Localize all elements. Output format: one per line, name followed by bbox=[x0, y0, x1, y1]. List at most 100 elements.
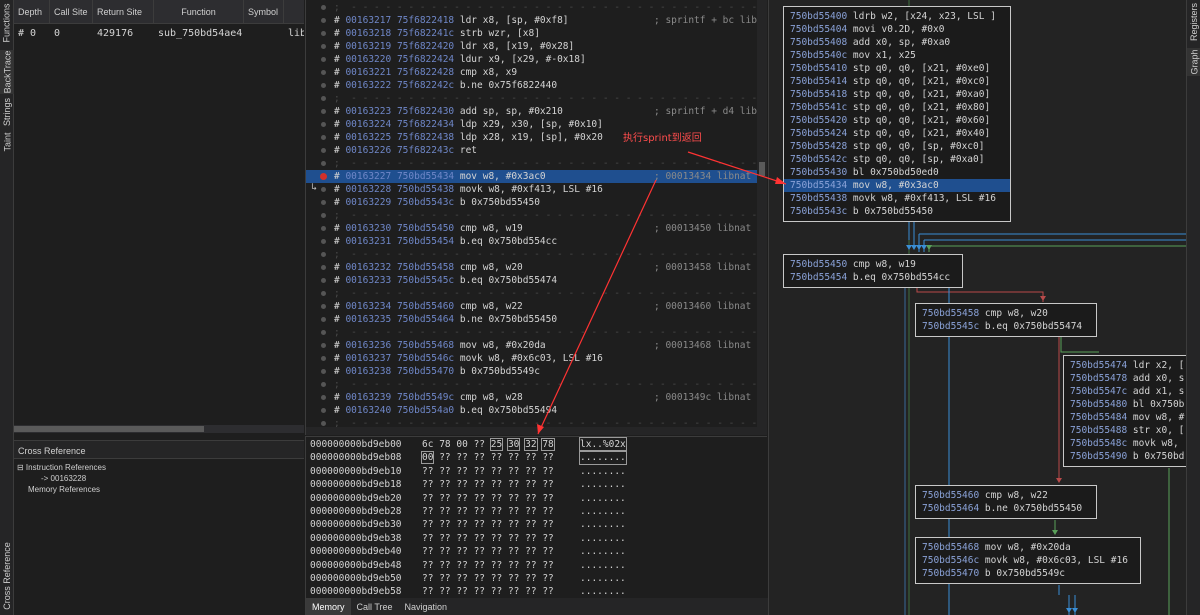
byte-cell[interactable]: ?? bbox=[474, 533, 485, 544]
tab-registers[interactable]: Registers bbox=[1187, 2, 1200, 42]
byte-cell[interactable]: ?? bbox=[422, 573, 433, 584]
memory-bytes[interactable]: ?? ?? ?? ?? ?? ?? ?? ?? bbox=[422, 545, 554, 558]
byte-cell[interactable]: ?? bbox=[439, 519, 450, 530]
disasm-line[interactable]: # 00163238 750bd55470 b 0x750bd5549c bbox=[306, 365, 758, 378]
tab-call-tree[interactable]: Call Tree bbox=[351, 598, 399, 615]
graph-instruction[interactable]: 750bd5548c movk w8, bbox=[1070, 437, 1180, 450]
byte-cell[interactable]: ?? bbox=[422, 586, 433, 597]
byte-cell[interactable]: ?? bbox=[456, 560, 467, 571]
byte-cell[interactable]: ?? bbox=[491, 546, 502, 557]
breakpoint-dot[interactable] bbox=[321, 83, 326, 88]
disasm-line[interactable]: # 00163229 750bd5543c b 0x750bd55450 bbox=[306, 196, 758, 209]
graph-instruction[interactable]: 750bd55460 cmp w8, w22 bbox=[922, 489, 1090, 502]
byte-cell[interactable]: ?? bbox=[508, 506, 519, 517]
breakpoint-dot[interactable] bbox=[321, 213, 326, 218]
disasm-line[interactable]: # 00163236 750bd55468 mov w8, #0x20da ; 0… bbox=[306, 339, 758, 352]
byte-cell[interactable]: ?? bbox=[474, 586, 485, 597]
graph-instruction[interactable]: 750bd55434 mov w8, #0x3ac0 bbox=[784, 179, 1010, 192]
byte-cell[interactable]: ?? bbox=[542, 586, 553, 597]
byte-cell[interactable]: 25 bbox=[489, 438, 504, 451]
breakpoint-dot[interactable] bbox=[321, 148, 326, 153]
disasm-line[interactable]: # 00163217 75f6822418 ldr x8, [sp, #0xf8… bbox=[306, 14, 758, 27]
breakpoint-dot[interactable] bbox=[321, 96, 326, 101]
tab-memory[interactable]: Memory bbox=[306, 598, 351, 615]
byte-cell[interactable]: ?? bbox=[525, 546, 536, 557]
byte-cell[interactable]: ?? bbox=[422, 519, 433, 530]
memory-bytes[interactable]: ?? ?? ?? ?? ?? ?? ?? ?? bbox=[422, 532, 554, 545]
byte-cell[interactable]: 00 bbox=[420, 451, 435, 465]
byte-cell[interactable]: ?? bbox=[491, 466, 502, 477]
disasm-line[interactable]: # 00163218 75f682241c strb wzr, [x8] bbox=[306, 27, 758, 40]
breakpoint-dot[interactable] bbox=[321, 109, 326, 114]
breakpoint-dot[interactable] bbox=[321, 369, 326, 374]
byte-cell[interactable]: ?? bbox=[439, 533, 450, 544]
breakpoint-dot[interactable] bbox=[321, 187, 326, 192]
breakpoint-dot[interactable] bbox=[321, 395, 326, 400]
breakpoint-dot[interactable] bbox=[321, 31, 326, 36]
byte-cell[interactable]: ?? bbox=[456, 546, 467, 557]
byte-cell[interactable]: ?? bbox=[439, 493, 450, 504]
disasm-line[interactable]: # 00163235 750bd55464 b.ne 0x750bd55450 bbox=[306, 313, 758, 326]
control-flow-graph[interactable]: 750bd55400 ldrb w2, [x24, x23, LSL ] 750b… bbox=[768, 0, 1186, 615]
byte-cell[interactable]: ?? bbox=[474, 506, 485, 517]
byte-cell[interactable]: ?? bbox=[508, 519, 519, 530]
graph-basic-block[interactable]: 750bd55474 ldr x2, [750bd55478 add x0, s… bbox=[1063, 355, 1186, 467]
graph-instruction[interactable]: 750bd5546c movk w8, #0x6c03, LSL #16 bbox=[922, 554, 1134, 567]
disasm-line[interactable]: # 00163223 75f6822430 add sp, sp, #0x210… bbox=[306, 105, 758, 118]
graph-instruction[interactable]: 750bd55484 mov w8, # bbox=[1070, 411, 1184, 424]
byte-cell[interactable]: ?? bbox=[508, 466, 519, 477]
disassembly-view[interactable]: ; - - - - - - - - - - - - - - - - - - - … bbox=[305, 0, 767, 435]
memory-bytes[interactable]: ?? ?? ?? ?? ?? ?? ?? ?? bbox=[422, 518, 554, 531]
tab-navigation[interactable]: Navigation bbox=[399, 598, 454, 615]
tab-functions[interactable]: Functions bbox=[0, 2, 14, 44]
byte-cell[interactable]: ?? bbox=[422, 466, 433, 477]
breakpoint-dot[interactable] bbox=[321, 226, 326, 231]
byte-cell[interactable]: ?? bbox=[525, 519, 536, 530]
graph-basic-block[interactable]: 750bd55400 ldrb w2, [x24, x23, LSL ] 750b… bbox=[783, 6, 1011, 222]
byte-cell[interactable]: ?? bbox=[542, 466, 553, 477]
disasm-line[interactable]: # 00163226 75f682243c ret bbox=[306, 144, 758, 157]
memory-row[interactable]: 000000000bd9eb38?? ?? ?? ?? ?? ?? ?? ??.… bbox=[310, 532, 760, 545]
byte-cell[interactable]: ?? bbox=[508, 573, 519, 584]
breakpoint-dot[interactable] bbox=[321, 57, 326, 62]
memory-bytes[interactable]: ?? ?? ?? ?? ?? ?? ?? ?? bbox=[422, 559, 554, 572]
active-breakpoint-icon[interactable] bbox=[320, 173, 327, 180]
breakpoint-dot[interactable] bbox=[321, 421, 326, 426]
byte-cell[interactable]: ?? bbox=[439, 452, 450, 463]
byte-cell[interactable]: ?? bbox=[525, 479, 536, 490]
memory-row[interactable]: 000000000bd9eb40?? ?? ?? ?? ?? ?? ?? ??.… bbox=[310, 545, 760, 558]
graph-instruction[interactable]: 750bd55488 str x0, [ bbox=[1070, 424, 1184, 437]
tab-backtrace[interactable]: BackTrace bbox=[0, 50, 14, 94]
graph-instruction[interactable]: 750bd55400 ldrb w2, [x24, x23, LSL ] bbox=[790, 10, 1004, 23]
disasm-line[interactable]: # 00163230 750bd55450 cmp w8, w19 ; 00013… bbox=[306, 222, 758, 235]
memory-bytes[interactable]: 00 ?? ?? ?? ?? ?? ?? ?? bbox=[420, 451, 554, 465]
graph-instruction[interactable]: 750bd55414 stp q0, q0, [x21, #0xc0] bbox=[790, 75, 1004, 88]
byte-cell[interactable]: ?? bbox=[456, 506, 467, 517]
breakpoint-dot[interactable] bbox=[321, 330, 326, 335]
memory-view[interactable]: 000000000bd9eb00 6c 78 00 ?? 25 30 32 78 l… bbox=[305, 436, 768, 615]
byte-cell[interactable]: ?? bbox=[439, 546, 450, 557]
byte-cell[interactable]: ?? bbox=[474, 573, 485, 584]
disasm-line[interactable]: # 00163227 750bd55434 mov w8, #0x3ac0 ; 0… bbox=[306, 170, 758, 183]
graph-instruction[interactable]: 750bd55408 add x0, sp, #0xa0 bbox=[790, 36, 1004, 49]
graph-instruction[interactable]: 750bd55430 bl 0x750bd50ed0 bbox=[790, 166, 1004, 179]
memory-row[interactable]: 000000000bd9eb48?? ?? ?? ?? ?? ?? ?? ??.… bbox=[310, 559, 760, 572]
byte-cell[interactable]: ?? bbox=[474, 546, 485, 557]
byte-cell[interactable]: ?? bbox=[439, 506, 450, 517]
memory-bytes[interactable]: ?? ?? ?? ?? ?? ?? ?? ?? bbox=[422, 478, 554, 491]
graph-instruction[interactable]: 750bd55490 b 0x750bd bbox=[1070, 450, 1184, 463]
graph-instruction[interactable]: 750bd55410 stp q0, q0, [x21, #0xe0] bbox=[790, 62, 1004, 75]
byte-cell[interactable]: ?? bbox=[542, 493, 553, 504]
memory-bytes[interactable]: ?? ?? ?? ?? ?? ?? ?? ?? bbox=[422, 585, 554, 598]
memory-bytes[interactable]: ?? ?? ?? ?? ?? ?? ?? ?? bbox=[422, 505, 554, 518]
graph-instruction[interactable]: 750bd55420 stp q0, q0, [x21, #0x60] bbox=[790, 114, 1004, 127]
byte-cell[interactable]: ?? bbox=[508, 586, 519, 597]
tab-graph[interactable]: Graph bbox=[1187, 48, 1200, 76]
breakpoint-dot[interactable] bbox=[321, 304, 326, 309]
graph-instruction[interactable]: 750bd55458 cmp w8, w20 bbox=[922, 307, 1090, 320]
byte-cell[interactable]: ?? bbox=[439, 479, 450, 490]
byte-cell[interactable]: ?? bbox=[456, 479, 467, 490]
byte-cell[interactable]: ?? bbox=[422, 560, 433, 571]
byte-cell[interactable]: ?? bbox=[508, 560, 519, 571]
byte-cell[interactable]: ?? bbox=[491, 560, 502, 571]
